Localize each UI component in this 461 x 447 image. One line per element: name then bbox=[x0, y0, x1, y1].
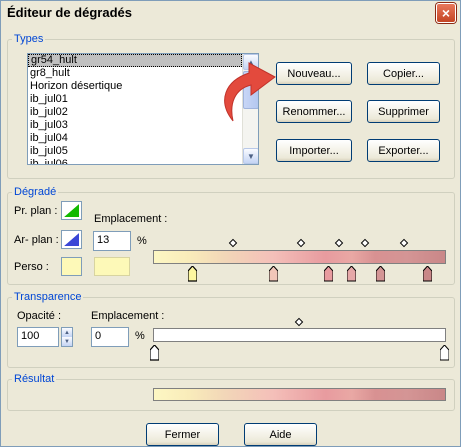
list-item[interactable]: ib_jul05 bbox=[28, 145, 242, 158]
window-title: Éditeur de dégradés bbox=[7, 5, 132, 20]
list-item[interactable]: Horizon désertique bbox=[28, 80, 242, 93]
opacity-label: Opacité : bbox=[17, 310, 62, 322]
color-stop[interactable] bbox=[269, 266, 278, 282]
result-legend: Résultat bbox=[14, 373, 55, 385]
transparency-location-input[interactable]: 0 bbox=[91, 327, 129, 347]
close-icon: × bbox=[441, 5, 451, 21]
close-button[interactable]: × bbox=[436, 3, 456, 23]
spin-up-icon[interactable]: ▲ bbox=[62, 328, 72, 337]
list-item[interactable]: ib_jul03 bbox=[28, 119, 242, 132]
types-list: gr54_hult gr8_hult Horizon désertique ib… bbox=[28, 54, 242, 164]
export-button[interactable]: Exporter... bbox=[367, 139, 440, 162]
transparency-bar[interactable] bbox=[153, 328, 446, 342]
close-dialog-button[interactable]: Fermer bbox=[146, 423, 219, 446]
list-item[interactable]: ib_jul06 bbox=[28, 158, 242, 164]
transparency-location-label: Emplacement : bbox=[91, 310, 165, 322]
foreground-swatch-icon bbox=[64, 204, 79, 217]
rename-button[interactable]: Renommer... bbox=[276, 100, 352, 123]
transparency-legend: Transparence bbox=[14, 291, 82, 303]
custom-color-preview bbox=[94, 257, 130, 276]
opacity-stop[interactable] bbox=[150, 345, 159, 361]
foreground-color-button[interactable] bbox=[61, 201, 82, 220]
gradient-percent: % bbox=[137, 235, 147, 247]
list-item[interactable]: gr8_hult bbox=[28, 67, 242, 80]
scroll-down-icon[interactable]: ▼ bbox=[243, 148, 258, 164]
gradient-location-input[interactable]: 13 bbox=[93, 231, 131, 251]
background-label: Ar- plan : bbox=[14, 234, 59, 246]
color-stop[interactable] bbox=[376, 266, 385, 282]
gradient-location-label: Emplacement : bbox=[94, 213, 168, 225]
transparency-percent: % bbox=[135, 330, 145, 342]
list-item[interactable]: ib_jul04 bbox=[28, 132, 242, 145]
help-button[interactable]: Aide bbox=[244, 423, 317, 446]
opacity-stop[interactable] bbox=[440, 345, 449, 361]
import-button[interactable]: Importer... bbox=[276, 139, 352, 162]
list-item[interactable]: ib_jul01 bbox=[28, 93, 242, 106]
gradient-legend: Dégradé bbox=[14, 186, 57, 198]
gradient-editor-window: Éditeur de dégradés × Types gr54_hult gr… bbox=[0, 0, 461, 447]
opacity-spinner[interactable]: ▲ ▼ bbox=[61, 327, 73, 347]
color-stop[interactable] bbox=[347, 266, 356, 282]
custom-label: Perso : bbox=[14, 261, 49, 273]
custom-color-button[interactable] bbox=[61, 257, 82, 276]
gradient-bar[interactable] bbox=[153, 250, 446, 264]
list-item[interactable]: ib_jul02 bbox=[28, 106, 242, 119]
delete-button[interactable]: Supprimer bbox=[367, 100, 440, 123]
color-stop[interactable] bbox=[188, 266, 197, 282]
list-item[interactable]: gr54_hult bbox=[28, 54, 242, 67]
color-stop[interactable] bbox=[324, 266, 333, 282]
result-preview-bar bbox=[153, 388, 446, 401]
background-color-button[interactable] bbox=[61, 230, 82, 249]
title-bar: Éditeur de dégradés × bbox=[1, 1, 460, 25]
types-legend: Types bbox=[14, 33, 44, 45]
foreground-label: Pr. plan : bbox=[14, 205, 58, 217]
new-button[interactable]: Nouveau... bbox=[276, 62, 352, 85]
background-swatch-icon bbox=[64, 233, 79, 246]
color-stop[interactable] bbox=[423, 266, 432, 282]
red-arrow-icon bbox=[224, 62, 276, 122]
spin-down-icon[interactable]: ▼ bbox=[62, 337, 72, 346]
opacity-input[interactable]: 100 bbox=[17, 327, 59, 347]
copy-button[interactable]: Copier... bbox=[367, 62, 440, 85]
